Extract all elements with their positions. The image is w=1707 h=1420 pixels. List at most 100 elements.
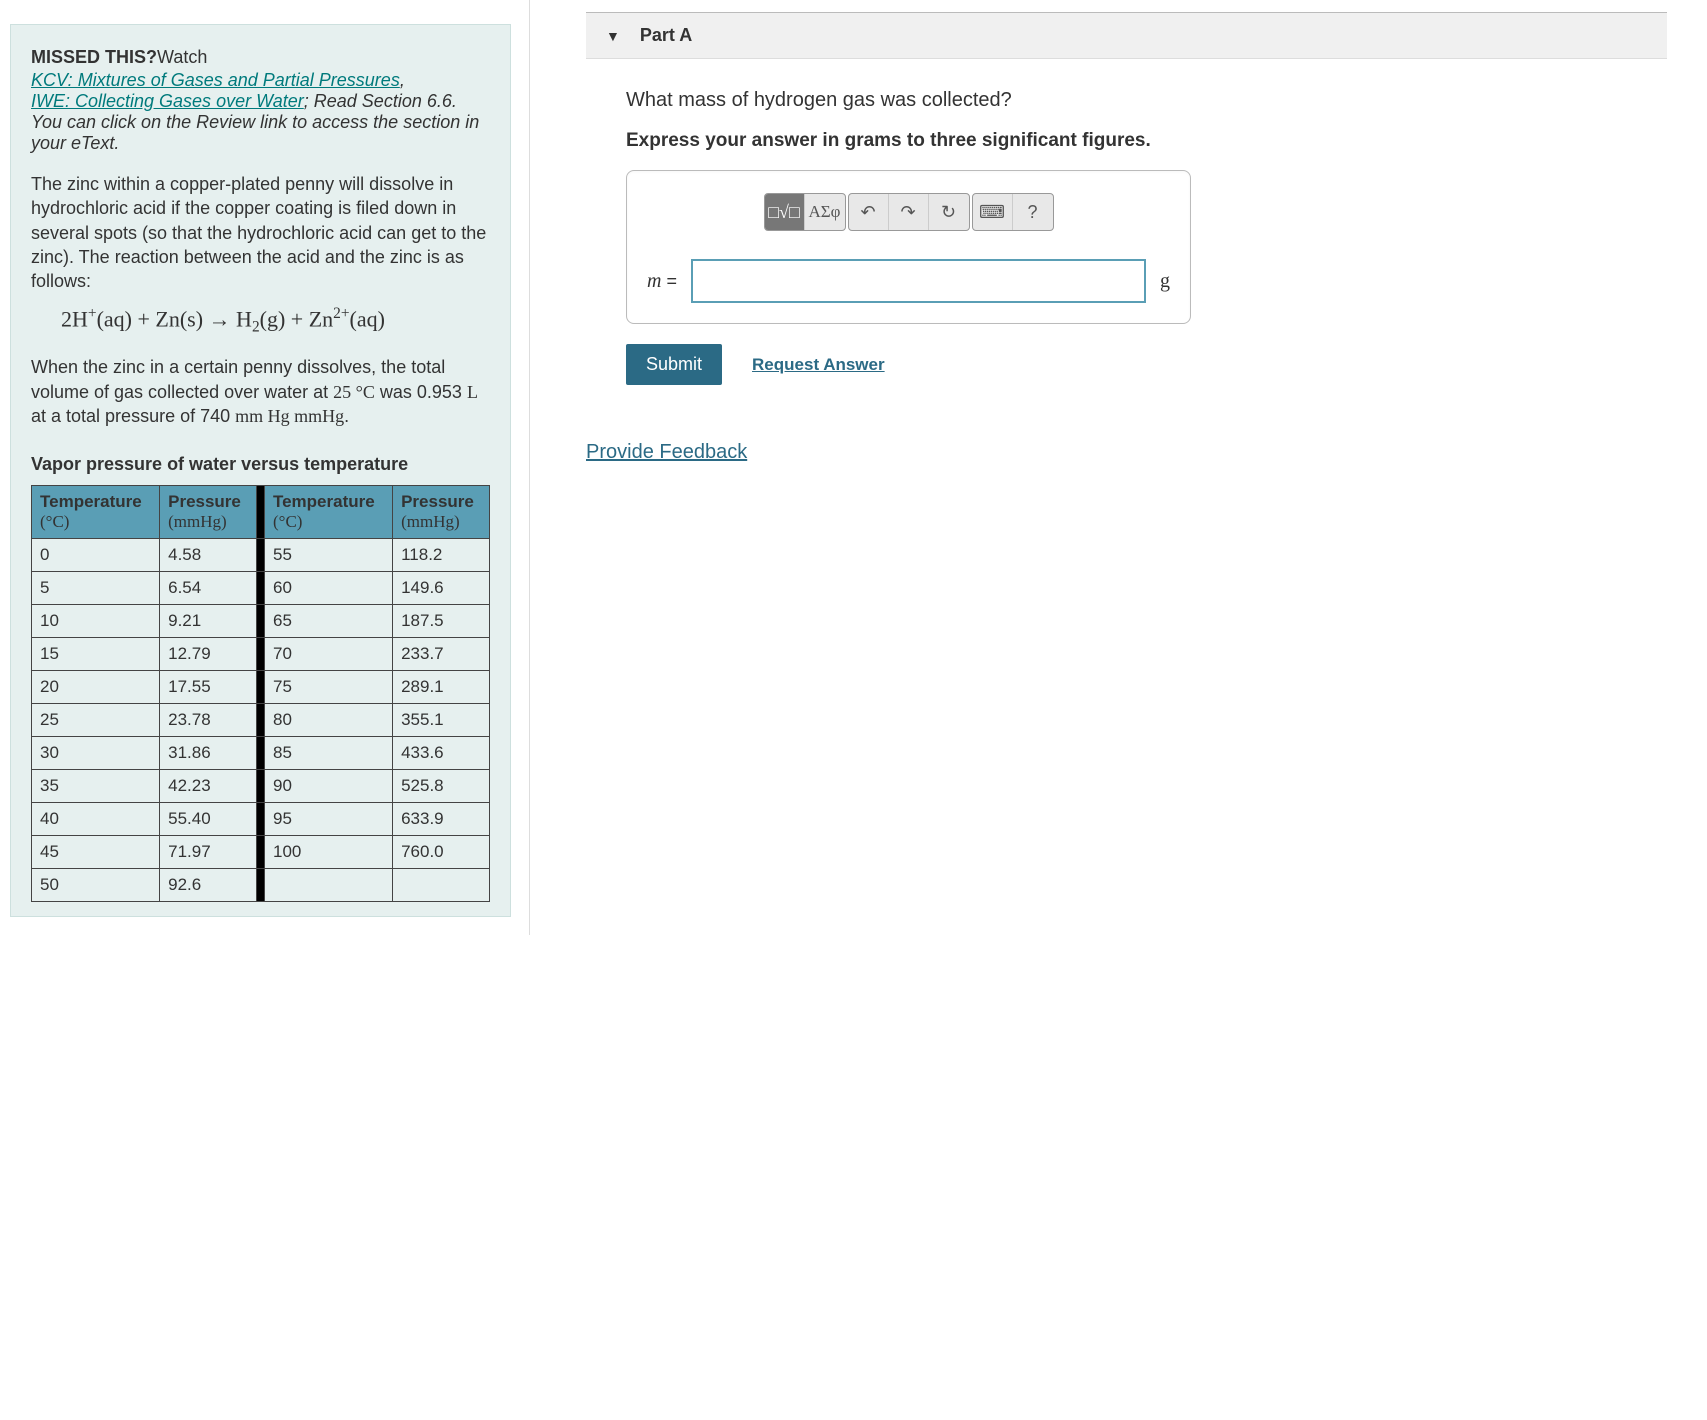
problem-info-card: MISSED THIS?Watch KCV: Mixtures of Gases… <box>10 24 511 917</box>
part-a-header[interactable]: ▼ Part A <box>586 12 1667 59</box>
etext-note: You can click on the Review link to acce… <box>31 112 490 154</box>
table-cell <box>393 869 490 902</box>
table-cell: 92.6 <box>160 869 257 902</box>
part-a-title: Part A <box>640 25 692 46</box>
table-cell: 45 <box>32 836 160 869</box>
table-cell: 85 <box>264 737 392 770</box>
submit-button[interactable]: Submit <box>626 344 722 385</box>
col-header-press-2: Pressure (mmHg) <box>393 486 490 539</box>
undo-icon: ↶ <box>860 202 875 223</box>
table-divider <box>256 671 264 704</box>
answer-row: m = g <box>647 259 1170 303</box>
answer-input[interactable] <box>691 259 1146 303</box>
table-cell: 9.21 <box>160 605 257 638</box>
table-row: 3031.8685433.6 <box>32 737 490 770</box>
table-cell: 50 <box>32 869 160 902</box>
table-cell: 100 <box>264 836 392 869</box>
table-row: 109.2165187.5 <box>32 605 490 638</box>
col-header-temp-2: Temperature (°C) <box>264 486 392 539</box>
redo-icon: ↷ <box>900 202 915 223</box>
table-divider <box>256 770 264 803</box>
table-cell: 60 <box>264 572 392 605</box>
vapor-pressure-title: Vapor pressure of water versus temperatu… <box>31 454 490 475</box>
table-cell: 6.54 <box>160 572 257 605</box>
table-cell: 289.1 <box>393 671 490 704</box>
table-cell: 4.58 <box>160 539 257 572</box>
watch-text: Watch <box>157 47 207 67</box>
table-cell: 55 <box>264 539 392 572</box>
table-cell: 80 <box>264 704 392 737</box>
table-divider <box>256 572 264 605</box>
table-row: 3542.2390525.8 <box>32 770 490 803</box>
table-row: 4055.4095633.9 <box>32 803 490 836</box>
answer-unit: g <box>1160 270 1170 293</box>
question-body: What mass of hydrogen gas was collected?… <box>586 59 1667 385</box>
missed-this-label: MISSED THIS? <box>31 47 157 67</box>
answer-var-label: m = <box>647 270 677 293</box>
table-cell: 55.40 <box>160 803 257 836</box>
table-cell: 0 <box>32 539 160 572</box>
table-cell: 95 <box>264 803 392 836</box>
table-cell: 30 <box>32 737 160 770</box>
col-header-press-1: Pressure (mmHg) <box>160 486 257 539</box>
resource-links-line: KCV: Mixtures of Gases and Partial Press… <box>31 70 490 91</box>
table-cell: 65 <box>264 605 392 638</box>
table-cell: 23.78 <box>160 704 257 737</box>
redo-button[interactable]: ↷ <box>889 194 929 230</box>
greek-letters-button[interactable]: ΑΣφ <box>805 194 845 230</box>
undo-button[interactable]: ↶ <box>849 194 889 230</box>
action-row: Submit Request Answer <box>626 344 1667 385</box>
table-cell: 233.7 <box>393 638 490 671</box>
table-cell: 40 <box>32 803 160 836</box>
table-cell: 118.2 <box>393 539 490 572</box>
help-icon: ? <box>1027 202 1037 223</box>
resource-link-kcv[interactable]: KCV: Mixtures of Gases and Partial Press… <box>31 70 400 90</box>
table-cell: 15 <box>32 638 160 671</box>
table-row: 56.5460149.6 <box>32 572 490 605</box>
col-header-temp-1: Temperature (°C) <box>32 486 160 539</box>
table-cell: 31.86 <box>160 737 257 770</box>
reset-icon: ↻ <box>941 202 956 223</box>
keyboard-button[interactable]: ⌨ <box>973 194 1013 230</box>
table-row: 1512.7970233.7 <box>32 638 490 671</box>
answer-entry-block: □√□ ΑΣφ ↶ ↷ ↻ ⌨ ? m = g <box>626 170 1191 324</box>
missed-this-line: MISSED THIS?Watch <box>31 47 490 68</box>
table-cell: 35 <box>32 770 160 803</box>
question-text: What mass of hydrogen gas was collected? <box>626 89 1667 112</box>
table-cell: 5 <box>32 572 160 605</box>
request-answer-link[interactable]: Request Answer <box>752 355 885 375</box>
chemical-equation: 2H+(aq) + Zn(s) → H2(g) + Zn2+(aq) <box>61 305 490 337</box>
table-cell: 71.97 <box>160 836 257 869</box>
table-cell: 25 <box>32 704 160 737</box>
table-divider <box>256 486 264 539</box>
table-cell: 760.0 <box>393 836 490 869</box>
table-cell: 20 <box>32 671 160 704</box>
collapse-caret-icon: ▼ <box>606 28 620 44</box>
table-cell: 10 <box>32 605 160 638</box>
table-cell: 17.55 <box>160 671 257 704</box>
table-divider <box>256 803 264 836</box>
table-row: 5092.6 <box>32 869 490 902</box>
table-row: 2523.7880355.1 <box>32 704 490 737</box>
provide-feedback-link[interactable]: Provide Feedback <box>586 441 747 464</box>
problem-conditions: When the zinc in a certain penny dissolv… <box>31 355 490 428</box>
table-divider <box>256 737 264 770</box>
templates-button[interactable]: □√□ <box>765 194 805 230</box>
help-button[interactable]: ? <box>1013 194 1053 230</box>
keyboard-icon: ⌨ <box>979 202 1005 223</box>
table-cell: 433.6 <box>393 737 490 770</box>
reset-button[interactable]: ↻ <box>929 194 969 230</box>
question-instruction: Express your answer in grams to three si… <box>626 130 1667 152</box>
table-cell: 633.9 <box>393 803 490 836</box>
resource-links-line-2: IWE: Collecting Gases over Water; Read S… <box>31 91 490 112</box>
table-cell: 149.6 <box>393 572 490 605</box>
problem-intro: The zinc within a copper-plated penny wi… <box>31 172 490 293</box>
table-cell: 90 <box>264 770 392 803</box>
resource-link-iwe[interactable]: IWE: Collecting Gases over Water <box>31 91 304 111</box>
table-divider <box>256 638 264 671</box>
table-divider <box>256 869 264 902</box>
table-cell: 42.23 <box>160 770 257 803</box>
answer-pane: ▼ Part A What mass of hydrogen gas was c… <box>530 0 1707 935</box>
equation-toolbar: □√□ ΑΣφ ↶ ↷ ↻ ⌨ ? <box>647 193 1170 231</box>
table-cell: 12.79 <box>160 638 257 671</box>
